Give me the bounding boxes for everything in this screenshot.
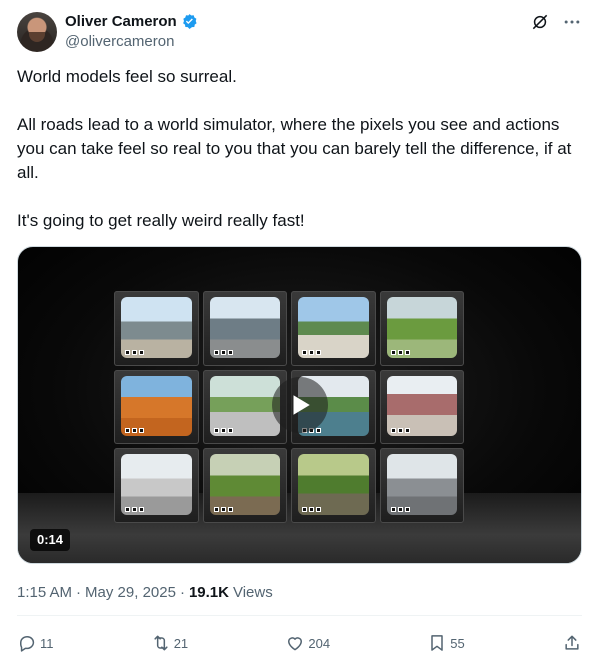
views-label: Views bbox=[232, 584, 273, 601]
tv-screen bbox=[386, 297, 457, 358]
play-icon bbox=[293, 395, 310, 415]
tv bbox=[379, 448, 464, 523]
divider bbox=[17, 615, 582, 616]
action-bar: 11 21 204 55 bbox=[17, 628, 582, 658]
tv-screen bbox=[209, 297, 280, 358]
meta-separator: · bbox=[76, 584, 82, 601]
tv-screen bbox=[121, 375, 192, 437]
tweet-paragraph: All roads lead to a world simulator, whe… bbox=[17, 115, 572, 182]
tv bbox=[379, 369, 464, 445]
tv bbox=[291, 291, 376, 366]
tv bbox=[379, 291, 464, 366]
bookmark-icon bbox=[427, 633, 447, 653]
more-options-icon[interactable] bbox=[562, 12, 582, 32]
bookmark-count: 55 bbox=[450, 635, 465, 651]
tv bbox=[202, 448, 287, 523]
bookmark-button[interactable]: 55 bbox=[427, 633, 465, 653]
tv bbox=[114, 291, 199, 366]
repost-button[interactable]: 21 bbox=[151, 633, 188, 653]
views-count: 19.1K bbox=[188, 584, 229, 601]
tv-screen bbox=[386, 454, 457, 515]
author-handle[interactable]: @olivercameron bbox=[65, 33, 174, 50]
grok-icon[interactable] bbox=[530, 12, 550, 32]
reply-count: 11 bbox=[40, 635, 54, 651]
repost-icon bbox=[151, 633, 171, 653]
tv-screen bbox=[298, 454, 369, 515]
tweet-card: Oliver Cameron @olivercameron World mode… bbox=[0, 0, 599, 669]
repost-count: 21 bbox=[173, 635, 189, 651]
like-button[interactable]: 204 bbox=[285, 633, 330, 653]
avatar-beard bbox=[29, 32, 45, 42]
heart-icon bbox=[285, 633, 305, 653]
reply-icon bbox=[17, 633, 37, 653]
tv-screen bbox=[298, 297, 369, 358]
tv-screen bbox=[121, 297, 192, 358]
tv-screen bbox=[121, 454, 192, 515]
tv bbox=[202, 291, 287, 366]
tv bbox=[291, 448, 376, 523]
share-icon bbox=[562, 633, 582, 653]
like-count: 204 bbox=[308, 635, 331, 651]
meta-separator: · bbox=[179, 584, 185, 601]
tweet-date[interactable]: May 29, 2025 bbox=[85, 584, 176, 601]
video-player[interactable]: 0:14 bbox=[17, 246, 582, 564]
tv-screen bbox=[386, 375, 457, 437]
tweet-text: World models feel so surreal. All roads … bbox=[17, 65, 582, 233]
tv bbox=[114, 369, 199, 445]
tweet-paragraph: World models feel so surreal. bbox=[17, 67, 237, 86]
video-duration: 0:14 bbox=[30, 529, 71, 551]
author-display-name[interactable]: Oliver Cameron bbox=[65, 13, 177, 30]
tweet-meta: 1:15 AM · May 29, 2025 · 19.1K Views bbox=[17, 584, 273, 601]
tv bbox=[114, 448, 199, 523]
tv-screen bbox=[209, 454, 280, 515]
tv-screen bbox=[209, 375, 280, 437]
share-button[interactable] bbox=[562, 633, 582, 653]
reply-button[interactable]: 11 bbox=[17, 633, 54, 653]
tweet-header: Oliver Cameron @olivercameron bbox=[17, 12, 582, 56]
tweet-paragraph: It's going to get really weird really fa… bbox=[17, 211, 305, 230]
play-button[interactable] bbox=[272, 377, 328, 433]
avatar[interactable] bbox=[17, 12, 57, 52]
verified-badge-icon bbox=[181, 13, 198, 30]
name-row: Oliver Cameron bbox=[65, 13, 198, 30]
header-actions bbox=[530, 12, 582, 32]
tweet-time[interactable]: 1:15 AM bbox=[17, 584, 72, 601]
